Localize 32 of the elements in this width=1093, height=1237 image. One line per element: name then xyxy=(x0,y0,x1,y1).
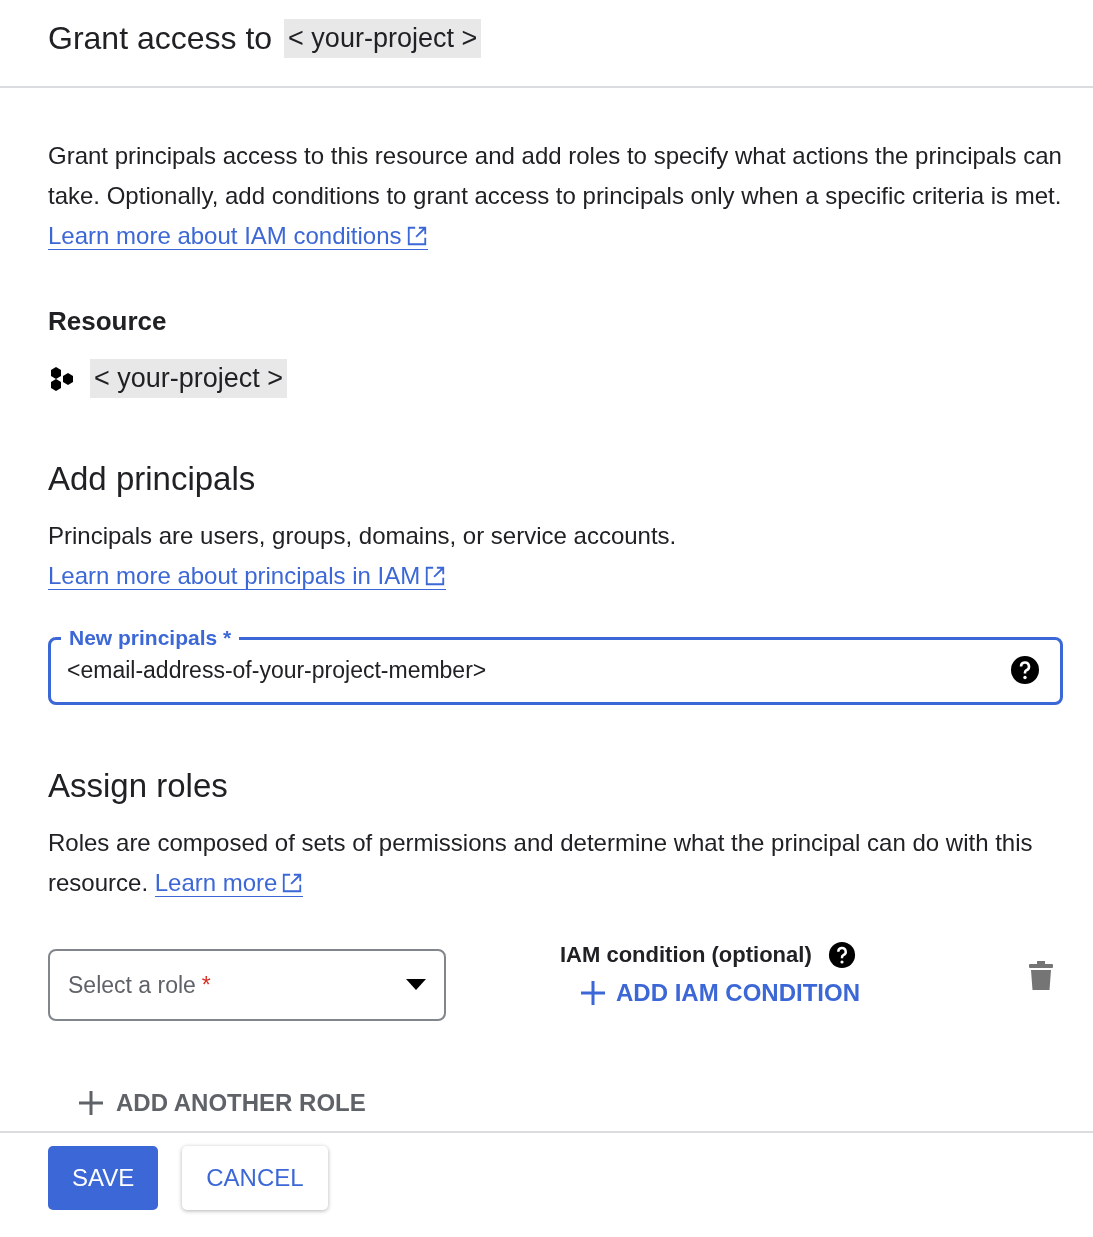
plus-icon xyxy=(78,1090,104,1116)
project-name: < your-project > xyxy=(284,18,482,58)
save-button[interactable]: SAVE xyxy=(48,1146,159,1210)
paragraph: Roles are composed of sets of permissions and determine what the principal can do with this resource. Learn more xyxy=(48,828,1034,899)
learn-more-link[interactable]: Learn more xyxy=(154,869,304,897)
required-mark: * xyxy=(201,971,211,999)
delete-icon[interactable] xyxy=(1029,961,1053,991)
condition-label: IAM condition (optional) xyxy=(560,942,812,968)
paragraph: Grant principals access to this resource and add roles to specify what actions the principals can take. Optionally, add conditions to grant access to principals only when a specific criteria is met. Learn more about IAM conditions xyxy=(48,141,1063,252)
dialog-title: Grant access to xyxy=(48,19,273,57)
help-icon xyxy=(827,941,856,969)
external-link-icon xyxy=(281,872,304,894)
section-heading: Add principals xyxy=(48,460,257,498)
help-icon xyxy=(1010,655,1040,685)
role-dropdown[interactable]: Select a role * xyxy=(48,949,446,1021)
resource-name: < your-project > xyxy=(90,359,288,398)
plus-icon xyxy=(580,980,606,1006)
section-heading: Assign roles xyxy=(48,767,229,805)
field-value: <email-address-of-your-project-member> xyxy=(67,656,488,684)
external-link-icon xyxy=(424,565,447,587)
dropdown-placeholder: Select a role xyxy=(68,971,196,999)
external-link-icon xyxy=(405,225,428,247)
section-heading: Resource xyxy=(48,306,168,337)
caret-icon xyxy=(406,979,426,991)
add-role-button[interactable]: ADD ANOTHER ROLE xyxy=(48,1089,366,1117)
paragraph: Principals are users, groups, domains, or service accounts. Learn more about principals in IAM xyxy=(48,521,678,592)
add-condition-button[interactable]: ADD IAM CONDITION xyxy=(560,979,860,1007)
field-label: New principals * xyxy=(68,626,233,650)
cancel-button[interactable]: CANCEL xyxy=(182,1146,328,1210)
learn-more-link[interactable]: Learn more about IAM conditions xyxy=(48,222,428,250)
learn-more-link[interactable]: Learn more about principals in IAM xyxy=(48,562,447,590)
project-icon xyxy=(48,364,76,393)
